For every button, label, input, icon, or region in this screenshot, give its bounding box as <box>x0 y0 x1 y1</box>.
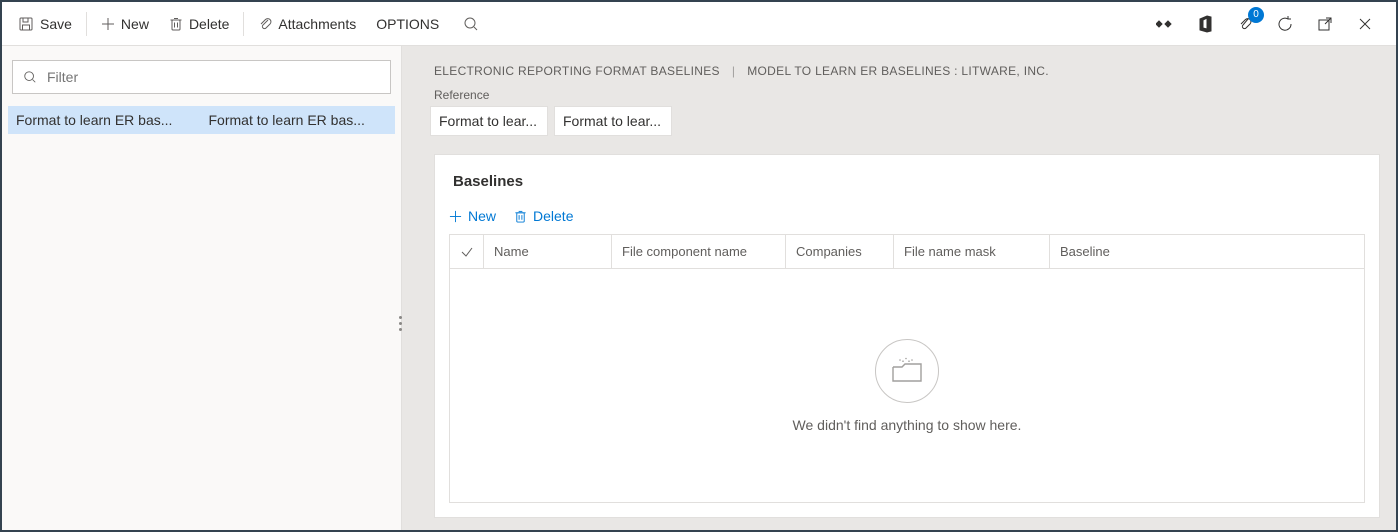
refresh-button[interactable] <box>1274 13 1296 35</box>
search-icon <box>463 16 479 32</box>
baselines-new-button[interactable]: New <box>449 208 496 224</box>
search-icon <box>23 70 37 84</box>
col-companies[interactable]: Companies <box>786 235 894 268</box>
col-baseline[interactable]: Baseline <box>1050 235 1364 268</box>
new-button[interactable]: New <box>91 2 159 45</box>
baselines-grid: Name File component name Companies File … <box>449 234 1365 503</box>
save-button[interactable]: Save <box>8 2 82 45</box>
attachments-button[interactable]: Attachments <box>248 2 366 45</box>
separator <box>243 12 244 36</box>
connector-icon[interactable] <box>1154 13 1176 35</box>
close-button[interactable] <box>1354 13 1376 35</box>
breadcrumb-sep: | <box>732 64 735 78</box>
baselines-new-label: New <box>468 208 496 224</box>
delete-button[interactable]: Delete <box>159 2 239 45</box>
reference-field-2[interactable]: Format to lear... <box>554 106 672 136</box>
baselines-title: Baselines <box>435 155 1379 202</box>
col-name[interactable]: Name <box>484 235 612 268</box>
plus-icon <box>101 17 115 31</box>
options-button[interactable]: OPTIONS <box>366 2 449 45</box>
attachments-indicator[interactable]: 0 <box>1234 13 1256 35</box>
options-label: OPTIONS <box>376 16 439 32</box>
filter-box[interactable] <box>12 60 391 94</box>
trash-icon <box>169 16 183 32</box>
baselines-delete-button[interactable]: Delete <box>514 208 573 224</box>
attachments-badge: 0 <box>1248 7 1264 23</box>
search-button[interactable] <box>449 2 493 45</box>
list-item-col2: Format to learn ER bas... <box>209 112 388 128</box>
list-item-col1: Format to learn ER bas... <box>16 112 195 128</box>
col-file-mask[interactable]: File name mask <box>894 235 1050 268</box>
grid-header: Name File component name Companies File … <box>450 235 1364 269</box>
office-icon[interactable] <box>1194 13 1216 35</box>
reference-label: Reference <box>412 88 1386 106</box>
empty-folder-icon <box>875 339 939 403</box>
breadcrumb-current: MODEL TO LEARN ER BASELINES : LITWARE, I… <box>747 64 1049 78</box>
detail-pane: ELECTRONIC REPORTING FORMAT BASELINES | … <box>402 46 1396 530</box>
delete-label: Delete <box>189 16 229 32</box>
pane-resize-handle[interactable] <box>399 316 402 331</box>
breadcrumb-root[interactable]: ELECTRONIC REPORTING FORMAT BASELINES <box>434 64 720 78</box>
paperclip-icon <box>258 16 272 32</box>
baselines-card: Baselines New Delete <box>434 154 1380 518</box>
action-bar: Save New Delete Attachments <box>2 2 1396 46</box>
list-pane: Format to learn ER bas... Format to lear… <box>2 46 402 530</box>
breadcrumb: ELECTRONIC REPORTING FORMAT BASELINES | … <box>412 46 1386 88</box>
grid-empty-state: We didn't find anything to show here. <box>450 269 1364 502</box>
list-item[interactable]: Format to learn ER bas... Format to lear… <box>8 106 395 134</box>
baselines-delete-label: Delete <box>533 208 573 224</box>
separator <box>86 12 87 36</box>
new-label: New <box>121 16 149 32</box>
reference-field-1[interactable]: Format to lear... <box>430 106 548 136</box>
attachments-label: Attachments <box>278 16 356 32</box>
save-label: Save <box>40 16 72 32</box>
popout-button[interactable] <box>1314 13 1336 35</box>
save-icon <box>18 16 34 32</box>
filter-input[interactable] <box>45 68 380 86</box>
col-file-component[interactable]: File component name <box>612 235 786 268</box>
grid-select-all[interactable] <box>450 235 484 268</box>
grid-empty-text: We didn't find anything to show here. <box>793 417 1022 433</box>
